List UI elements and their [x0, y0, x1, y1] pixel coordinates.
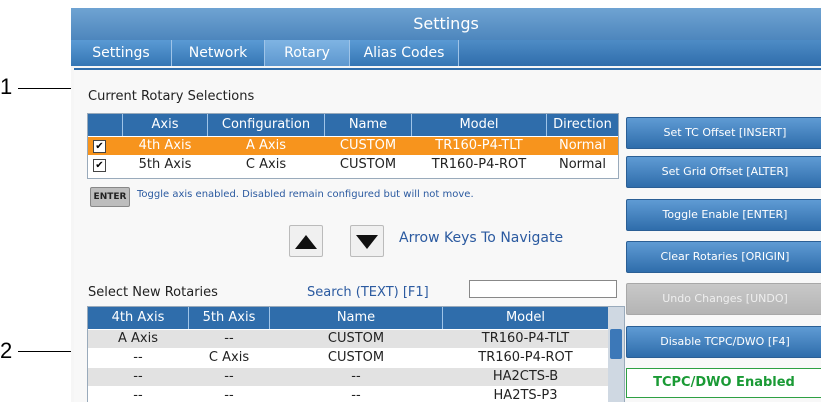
enter-hint-text: Toggle axis enabled. Disabled remain con… [137, 189, 474, 200]
clear-rotaries-button[interactable]: Clear Rotaries [ORIGIN] [626, 241, 821, 273]
row-model: HA2TS-P3 [493, 388, 558, 402]
row-name: CUSTOM [327, 331, 385, 346]
rotary-tab-content: Current Rotary Selections Axis Configura… [74, 68, 821, 402]
set-tc-offset-button[interactable]: Set TC Offset [INSERT] [626, 117, 821, 149]
table-row[interactable]: -- -- -- HA2TS-P3 [88, 387, 608, 402]
col-5th-axis: 5th Axis [189, 307, 270, 329]
row-name: CUSTOM [339, 157, 397, 172]
row-model: TR160-P4-ROT [431, 157, 527, 172]
callout-2: 2 [0, 338, 13, 363]
row-name: CUSTOM [339, 138, 397, 153]
col-direction: Direction [553, 117, 612, 132]
table-row[interactable]: ✔ 5th Axis C Axis CUSTOM TR160-P4-ROT No… [88, 156, 618, 174]
up-arrow-button[interactable] [289, 225, 323, 257]
settings-window: Settings Settings Network Rotary Alias C… [71, 8, 821, 402]
tab-bar: Settings Network Rotary Alias Codes [71, 40, 821, 66]
down-arrow-button[interactable] [350, 225, 384, 257]
set-grid-offset-button[interactable]: Set Grid Offset [ALTER] [626, 156, 821, 188]
col-configuration: Configuration [208, 114, 325, 136]
row-direction: Normal [558, 138, 607, 153]
navigate-hint: Arrow Keys To Navigate [399, 230, 564, 246]
row-configuration: A Axis [246, 138, 286, 153]
col-4th-axis: 4th Axis [88, 307, 189, 329]
up-arrow-icon [295, 235, 317, 249]
row-5th-axis: -- [224, 369, 234, 384]
table-row[interactable]: A Axis -- CUSTOM TR160-P4-TLT [88, 330, 608, 348]
row-5th-axis: -- [224, 388, 234, 402]
checkmark-icon[interactable]: ✔ [93, 140, 106, 153]
row-model: TR160-P4-TLT [481, 331, 570, 346]
row-5th-axis: C Axis [208, 350, 250, 365]
tcpc-status-indicator: TCPC/DWO Enabled [626, 368, 821, 398]
row-direction: Normal [558, 157, 607, 172]
row-axis: 4th Axis [138, 138, 192, 153]
tab-settings[interactable]: Settings [71, 40, 172, 66]
row-model: TR160-P4-ROT [478, 350, 573, 365]
row-axis: 5th Axis [138, 157, 192, 172]
select-new-heading: Select New Rotaries [88, 285, 218, 300]
new-rotaries-table: 4th Axis 5th Axis Name Model A Axis -- C… [87, 306, 625, 402]
col-name: Name [325, 114, 412, 136]
row-5th-axis: -- [224, 331, 234, 346]
col-axis: Axis [123, 114, 208, 136]
row-configuration: C Axis [245, 157, 287, 172]
down-arrow-icon [356, 235, 378, 249]
new-table-header: 4th Axis 5th Axis Name Model [88, 307, 608, 329]
enter-key-icon: ENTER [90, 187, 130, 207]
row-name: -- [351, 388, 361, 402]
row-name: -- [351, 369, 361, 384]
window-title: Settings [71, 8, 821, 40]
callout-1: 1 [0, 74, 13, 99]
current-rotary-table: Axis Configuration Name Model Direction … [87, 113, 619, 179]
row-4th-axis: -- [133, 350, 143, 365]
table-row[interactable]: -- -- -- HA2CTS-B [88, 368, 608, 386]
current-selections-heading: Current Rotary Selections [88, 89, 255, 104]
tab-rotary[interactable]: Rotary [265, 40, 350, 66]
row-4th-axis: -- [133, 388, 143, 402]
scrollbar-thumb[interactable] [610, 329, 622, 359]
toggle-enable-button[interactable]: Toggle Enable [ENTER] [626, 199, 821, 231]
search-label: Search (TEXT) [F1] [307, 285, 429, 300]
col-checkbox [88, 114, 123, 136]
table-scrollbar[interactable] [608, 307, 624, 402]
row-4th-axis: A Axis [118, 331, 158, 346]
col-model: Model [412, 114, 547, 136]
col-model: Model [505, 310, 546, 325]
search-input[interactable] [469, 280, 617, 298]
row-4th-axis: -- [133, 369, 143, 384]
row-model: HA2CTS-B [492, 369, 559, 384]
row-model: TR160-P4-TLT [435, 138, 523, 153]
undo-changes-button[interactable]: Undo Changes [UNDO] [626, 283, 821, 315]
checkmark-icon[interactable]: ✔ [93, 159, 106, 172]
table-row[interactable]: ✔ 4th Axis A Axis CUSTOM TR160-P4-TLT No… [88, 137, 618, 155]
table-row[interactable]: -- C Axis CUSTOM TR160-P4-ROT [88, 349, 608, 367]
disable-tcpc-button[interactable]: Disable TCPC/DWO [F4] [626, 326, 821, 358]
col-name: Name [270, 307, 443, 329]
row-name: CUSTOM [327, 350, 385, 365]
tab-alias-codes[interactable]: Alias Codes [350, 40, 459, 66]
current-table-header: Axis Configuration Name Model Direction [88, 114, 618, 136]
tab-network[interactable]: Network [172, 40, 265, 66]
